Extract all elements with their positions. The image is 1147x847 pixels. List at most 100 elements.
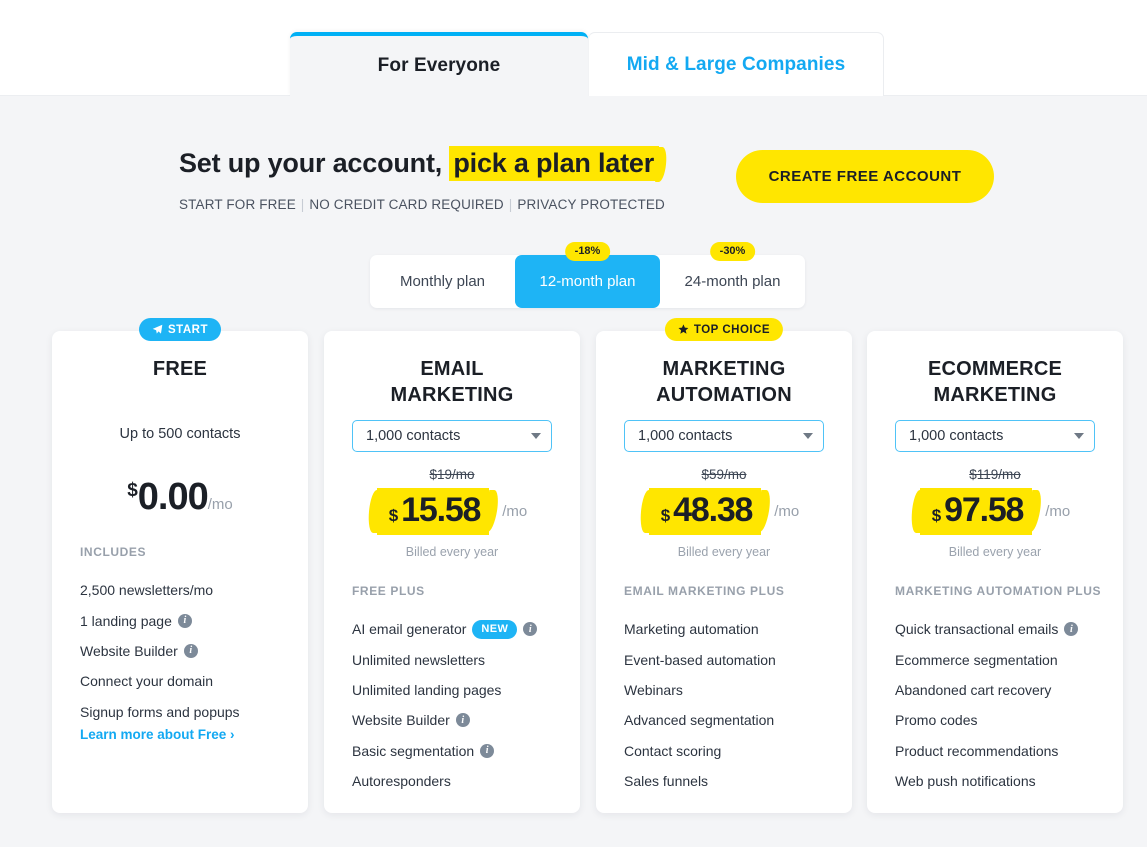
- pricing-card-marketing-automation: TOP CHOICE MARKETING AUTOMATION 1,000 co…: [596, 318, 852, 813]
- feature-item: Webinars: [624, 675, 834, 705]
- audience-tab-bar: For Everyone Mid & Large Companies: [0, 0, 1147, 96]
- hero-subtitle-separator: |: [300, 197, 305, 212]
- price-currency: $: [127, 480, 138, 501]
- tab-mid-large-companies-label: Mid & Large Companies: [626, 53, 846, 75]
- hero-subtitle-part-3: PRIVACY PROTECTED: [517, 197, 665, 212]
- feature-item: Website Builder i: [80, 636, 290, 666]
- plan-old-price-ecommerce-marketing: $119/mo: [969, 467, 1021, 482]
- price-amount: 0.00: [137, 476, 209, 518]
- price-period: /mo: [1045, 503, 1071, 520]
- billing-option-monthly-label: Monthly plan: [399, 273, 486, 290]
- billing-option-monthly[interactable]: Monthly plan: [370, 255, 515, 308]
- feature-list-marketing-automation: Marketing automation Event-based automat…: [624, 614, 834, 796]
- page-title-highlight: pick a plan later: [449, 146, 660, 181]
- plan-title-ecommerce-marketing: ECOMMERCE MARKETING: [867, 356, 1123, 408]
- feature-label: Abandoned cart recovery: [895, 681, 1052, 698]
- plan-contacts-note-free: Up to 500 contacts: [119, 426, 241, 442]
- chevron-down-icon: [531, 433, 541, 439]
- feature-label: Marketing automation: [624, 621, 759, 638]
- contacts-select-marketing-automation[interactable]: 1,000 contacts: [624, 420, 824, 452]
- feature-label: Event-based automation: [624, 651, 776, 668]
- price-amount: 48.38: [673, 491, 753, 529]
- plan-price-ecommerce-marketing: $97.58 /mo: [867, 488, 1123, 535]
- star-icon: [678, 324, 689, 334]
- chevron-down-icon: [1074, 433, 1084, 439]
- price-highlight: $97.58: [919, 488, 1033, 535]
- price-currency: $: [388, 506, 399, 525]
- feature-list-free: 2,500 newsletters/mo 1 landing page i Web…: [80, 575, 290, 727]
- feature-item: Basic segmentation i: [352, 736, 562, 766]
- info-icon[interactable]: i: [183, 643, 198, 658]
- feature-label: Unlimited newsletters: [352, 651, 486, 668]
- pricing-card-ecommerce-marketing: ECOMMERCE MARKETING 1,000 contacts $119/…: [867, 331, 1123, 813]
- feature-item: AI email generator NEW i: [352, 614, 562, 644]
- billing-option-12-month-label: 12-month plan: [539, 273, 636, 290]
- billing-option-12-month[interactable]: -18% 12-month plan: [515, 242, 660, 308]
- feature-label: Website Builder: [352, 712, 450, 729]
- feature-item: Marketing automation: [624, 614, 834, 644]
- info-icon[interactable]: i: [1064, 622, 1079, 637]
- features-heading-email-marketing: FREE PLUS: [352, 584, 425, 598]
- feature-item: Advanced segmentation: [624, 705, 834, 735]
- feature-label: Website Builder: [80, 642, 178, 659]
- feature-label: Connect your domain: [80, 673, 214, 690]
- price-currency: $: [660, 506, 671, 525]
- tab-mid-large-companies[interactable]: Mid & Large Companies: [588, 32, 884, 96]
- price-highlight: $15.58: [376, 488, 490, 535]
- plan-title-line-1: MARKETING: [662, 358, 786, 380]
- price-period: /mo: [774, 503, 800, 520]
- feature-item: Signup forms and popups: [80, 697, 290, 727]
- feature-item: Autoresponders: [352, 766, 562, 796]
- info-icon[interactable]: i: [523, 622, 538, 637]
- feature-label: Contact scoring: [624, 742, 722, 759]
- plan-billed-note-marketing-automation: Billed every year: [677, 545, 771, 559]
- feature-item: Ecommerce segmentation: [895, 644, 1105, 674]
- learn-more-free-link[interactable]: Learn more about Free ›: [80, 727, 235, 742]
- feature-label: Ecommerce segmentation: [895, 651, 1058, 668]
- contacts-select-ecommerce-marketing[interactable]: 1,000 contacts: [895, 420, 1095, 452]
- feature-label: Basic segmentation: [352, 742, 475, 759]
- feature-list-email-marketing: AI email generator NEW i Unlimited newslet…: [352, 614, 562, 796]
- billing-period-toggle: Monthly plan -18% 12-month plan -30% 24-…: [370, 242, 805, 308]
- plan-billed-note-ecommerce-marketing: Billed every year: [948, 545, 1042, 559]
- plan-title-line-2: AUTOMATION: [656, 384, 792, 406]
- plan-billed-note-email-marketing: Billed every year: [405, 545, 499, 559]
- paper-plane-icon: [152, 324, 163, 334]
- contacts-select-email-marketing[interactable]: 1,000 contacts: [352, 420, 552, 452]
- price-period: /mo: [502, 503, 528, 520]
- feature-label: Advanced segmentation: [624, 712, 775, 729]
- new-badge: NEW: [472, 619, 518, 639]
- feature-item: Unlimited newsletters: [352, 644, 562, 674]
- info-icon[interactable]: i: [455, 713, 470, 728]
- billing-discount-badge-12-month: -18%: [564, 242, 611, 261]
- price-amount: 97.58: [944, 491, 1024, 529]
- info-icon[interactable]: i: [177, 613, 192, 628]
- tab-for-everyone[interactable]: For Everyone: [290, 32, 588, 96]
- feature-label: Web push notifications: [895, 773, 1036, 790]
- plan-title-marketing-automation: MARKETING AUTOMATION: [596, 356, 852, 408]
- billing-option-24-month[interactable]: -30% 24-month plan: [660, 242, 805, 308]
- plan-price-email-marketing: $15.58 /mo: [324, 488, 580, 535]
- feature-item: Quick transactional emails i: [895, 614, 1105, 644]
- contacts-select-value: 1,000 contacts: [366, 428, 461, 444]
- features-heading-marketing-automation: EMAIL MARKETING PLUS: [624, 584, 785, 598]
- create-free-account-button[interactable]: CREATE FREE ACCOUNT: [736, 150, 994, 203]
- price-period: /mo: [207, 496, 233, 513]
- feature-label: Quick transactional emails: [895, 621, 1059, 638]
- feature-item: Connect your domain: [80, 666, 290, 696]
- plan-old-price-email-marketing: $19/mo: [429, 467, 475, 482]
- feature-label: 2,500 newsletters/mo: [80, 582, 214, 599]
- plan-title-line-1: EMAIL: [420, 358, 484, 380]
- billing-option-24-month-label: 24-month plan: [684, 273, 781, 290]
- feature-item: 2,500 newsletters/mo: [80, 575, 290, 605]
- info-icon[interactable]: i: [480, 743, 495, 758]
- hero-subtitle-part-1: START FOR FREE: [179, 197, 296, 212]
- features-heading-free: INCLUDES: [80, 545, 147, 559]
- feature-label: Unlimited landing pages: [352, 681, 502, 698]
- hero-subtitle: START FOR FREE | NO CREDIT CARD REQUIRED…: [179, 197, 665, 212]
- feature-label: Signup forms and popups: [80, 703, 240, 720]
- feature-label: Product recommendations: [895, 742, 1059, 759]
- pricing-page: For Everyone Mid & Large Companies Set u…: [0, 0, 1147, 847]
- billing-discount-badge-24-month: -30%: [709, 242, 756, 261]
- price-currency: $: [931, 506, 942, 525]
